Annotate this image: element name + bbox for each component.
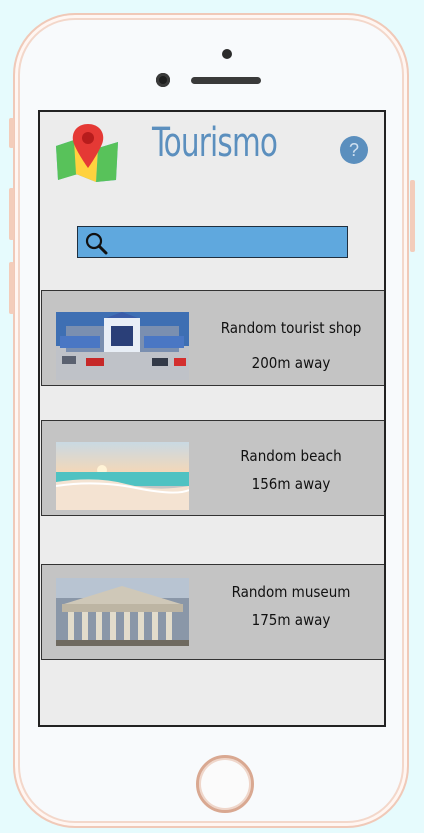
search-icon (85, 232, 108, 255)
place-card[interactable]: Random beach 156m away (41, 420, 384, 516)
tourist-shop-photo (56, 312, 189, 380)
front-camera (156, 73, 170, 87)
app-screen: Tourismo ? Random tourist shop 200m away (38, 110, 386, 727)
place-distance: 175m away (251, 611, 331, 629)
place-card[interactable]: Random museum 175m away (41, 564, 384, 660)
speaker-grille (191, 77, 261, 84)
search-bar[interactable] (77, 226, 348, 258)
help-icon: ? (348, 140, 359, 160)
camera-dot (222, 49, 232, 59)
side-button (9, 262, 14, 314)
beach-photo (56, 442, 189, 510)
place-name: Random tourist shop (220, 319, 362, 337)
side-button (9, 188, 14, 240)
place-card[interactable]: Random tourist shop 200m away (41, 290, 384, 386)
place-name: Random museum (231, 583, 351, 601)
help-button[interactable]: ? (340, 136, 368, 164)
place-name: Random beach (240, 447, 342, 465)
museum-photo (56, 578, 189, 646)
app-title: Tourismo (152, 120, 278, 166)
place-distance: 156m away (251, 475, 331, 493)
search-input[interactable] (114, 229, 343, 257)
place-distance: 200m away (251, 354, 331, 372)
side-button (9, 118, 14, 148)
side-button (410, 180, 415, 252)
map-pin-logo-icon (56, 124, 118, 182)
home-button[interactable] (196, 755, 254, 813)
